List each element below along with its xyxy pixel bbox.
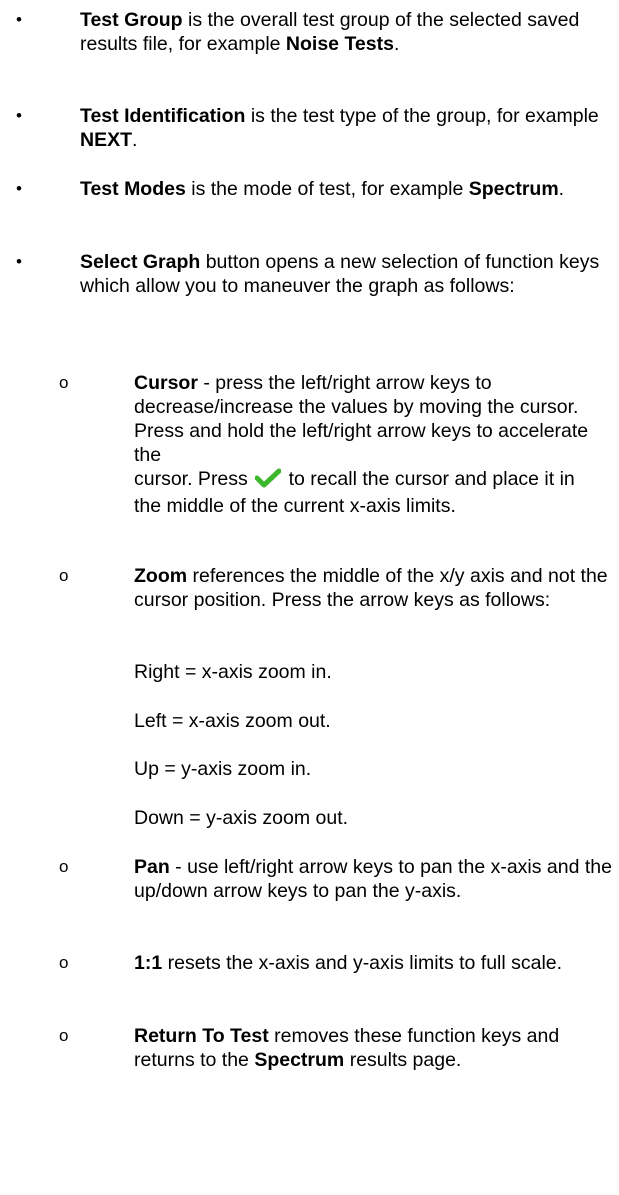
example: NEXT [80,129,133,151]
bullet-icon: • [16,106,22,125]
term: Cursor [134,372,198,394]
sub-bullet-icon: o [59,857,69,876]
term: Test Modes [80,178,186,200]
bullet-icon: • [16,179,22,198]
term: Test Identification [80,105,246,127]
example: Noise Tests [285,33,394,55]
sub-item-pan: o Pan - use left/right arrow keys to pan… [59,855,614,903]
sub-item-return: o Return To Test removes these function … [59,1024,614,1072]
sub-bullet-icon: o [59,953,69,972]
checkmark-icon [254,468,282,494]
item-text: cursor. Press [134,468,254,490]
item-end: results page. [344,1049,462,1071]
term: Return To Test [134,1025,269,1047]
list-item: • Test Identification is the test type o… [16,104,610,152]
sub-bullet-icon: o [59,566,69,585]
zoom-line: Down = y-axis zoom out. [134,807,349,829]
item-text: - use left/right arrow keys to pan the x… [134,856,612,902]
bullet-icon: • [16,252,22,271]
term: 1:1 [134,952,163,974]
item-end: . [132,129,138,151]
bullet-icon: • [16,10,22,29]
item-text: is the test type of the group, for examp… [245,105,599,127]
term: Pan [134,856,170,878]
sub-bullet-icon: o [59,373,69,392]
sub-item-cursor-cont: cursor. Press to recall the cursor and p… [134,467,604,518]
example: Spectrum [254,1049,345,1071]
item-text: - press the left/right arrow keys to dec… [134,372,589,466]
item-text: resets the x-axis and y-axis limits to f… [162,952,563,974]
item-text: references the middle of the x/y axis an… [134,565,608,611]
zoom-line: Right = x-axis zoom in. [134,661,332,683]
sub-item-zoom: o Zoom references the middle of the x/y … [59,564,614,612]
zoom-line: Up = y-axis zoom in. [134,758,312,780]
item-text: is the mode of test, for example [185,178,469,200]
sub-item-cursor: o Cursor - press the left/right arrow ke… [59,371,614,467]
term: Test Group [80,9,183,31]
sub-item-reset: o 1:1 resets the x-axis and y-axis limit… [59,951,614,975]
item-end: . [558,178,565,200]
example: Spectrum [468,178,559,200]
term: Select Graph [80,251,201,273]
item-end: . [393,33,400,55]
list-item: • Test Group is the overall test group o… [16,8,610,56]
term: Zoom [134,565,188,587]
list-item: • Select Graph button opens a new select… [16,250,610,298]
zoom-line: Left = x-axis zoom out. [134,710,331,732]
list-item: • Test Modes is the mode of test, for ex… [16,177,610,201]
sub-bullet-icon: o [59,1026,69,1045]
